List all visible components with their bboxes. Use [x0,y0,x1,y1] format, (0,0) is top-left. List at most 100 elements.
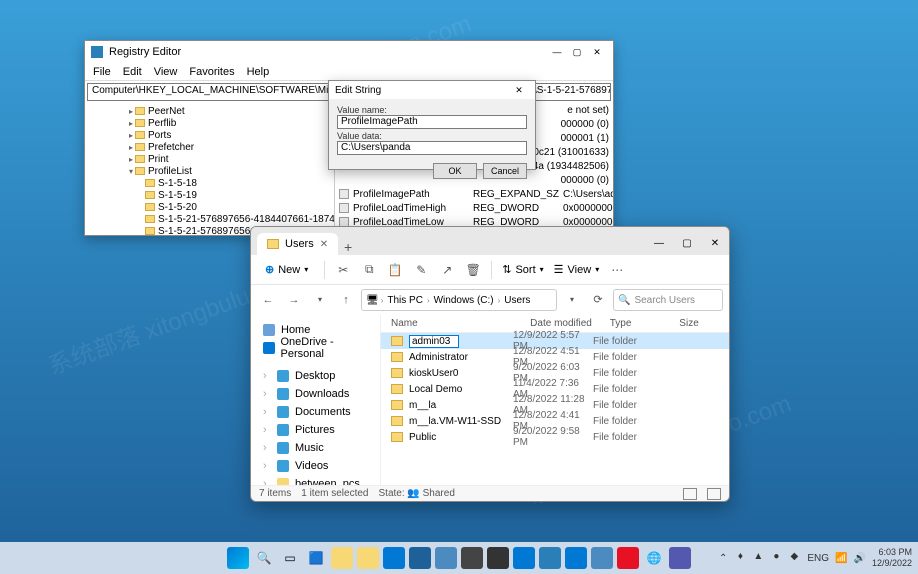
copy-icon[interactable]: ⧉ [361,262,377,278]
start-button[interactable] [227,547,249,569]
explorer-taskbar-icon[interactable] [331,547,353,569]
maximize-button[interactable]: ▢ [567,44,587,60]
new-tab-button[interactable]: + [338,239,358,255]
tray-icon[interactable]: ▲ [751,551,765,565]
tree-key[interactable]: ▸Print [87,153,332,165]
tree-key[interactable]: S-1-5-19 [87,189,332,201]
sort-button[interactable]: ⇅ Sort ▾ [502,263,543,276]
menu-favorites[interactable]: Favorites [189,66,234,78]
file-row[interactable]: Public9/20/2022 9:58 PMFile folder [381,429,729,445]
app-taskbar-icon-2[interactable] [487,547,509,569]
tree-key[interactable]: S-1-5-18 [87,177,332,189]
addr-dropdown-button[interactable]: ▾ [561,289,583,311]
regedit-titlebar[interactable]: Registry Editor — ▢ ✕ [85,41,613,63]
sidebar-item[interactable]: ›Pictures [255,421,376,439]
value-data-field[interactable]: C:\Users\panda [337,141,527,155]
address-bar[interactable]: 🖥› This PC›Windows (C:)›Users [361,289,557,311]
thumbnails-view-toggle[interactable] [707,488,721,500]
expand-caret-icon[interactable]: ▸ [127,155,135,164]
app-taskbar-icon-4[interactable] [539,547,561,569]
details-view-toggle[interactable] [683,488,697,500]
forward-button[interactable]: → [283,289,305,311]
expand-caret-icon[interactable]: ▸ [127,143,135,152]
column-header[interactable]: Type [610,318,680,329]
expand-caret-icon[interactable]: ▸ [127,119,135,128]
tab-close-icon[interactable]: ✕ [320,239,328,250]
ok-button[interactable]: OK [433,163,477,179]
chrome-taskbar-icon[interactable]: 🌐 [643,547,665,569]
teams-taskbar-icon[interactable] [669,547,691,569]
app-taskbar-icon-6[interactable] [617,547,639,569]
tree-key[interactable]: S-1-5-21-576897656-4184407661-1874224501… [87,213,332,225]
terminal-taskbar-icon[interactable] [461,547,483,569]
taskbar-clock[interactable]: 6:03 PM 12/9/2022 [872,547,912,569]
wifi-icon[interactable]: 📶 [835,553,847,564]
more-icon[interactable]: ⋯ [609,262,625,278]
maximize-button[interactable]: ▢ [673,233,701,255]
breadcrumb-segment[interactable]: Windows (C:) [432,295,496,306]
minimize-button[interactable]: — [547,44,567,60]
editstr-titlebar[interactable]: Edit String ✕ [329,81,535,99]
column-header[interactable]: Date modified [530,318,610,329]
tree-key[interactable]: ▸Prefetcher [87,141,332,153]
expand-caret-icon[interactable]: ▸ [127,107,135,116]
file-list[interactable]: admin0312/9/2022 5:57 PMFile folderAdmin… [381,333,729,445]
tree-key[interactable]: ▾ProfileList [87,165,332,177]
app-taskbar-icon[interactable] [435,547,457,569]
menu-view[interactable]: View [154,66,178,78]
sidebar-item[interactable]: ›between_pcs [255,475,376,485]
close-button[interactable]: ✕ [701,233,729,255]
sidebar-item[interactable]: ›Downloads [255,385,376,403]
expand-caret-icon[interactable]: ▾ [127,167,135,176]
explorer-sidebar[interactable]: HomeOneDrive - Personal›Desktop›Download… [251,315,381,485]
share-icon[interactable]: ↗ [439,262,455,278]
minimize-button[interactable]: — [645,233,673,255]
menu-help[interactable]: Help [247,66,270,78]
store-taskbar-icon[interactable] [409,547,431,569]
sidebar-item[interactable]: ›Documents [255,403,376,421]
view-button[interactable]: ☰ View ▾ [554,263,600,276]
edge-taskbar-icon[interactable] [383,547,405,569]
new-button[interactable]: ⊕New ▾ [259,260,314,279]
cut-icon[interactable]: ✂ [335,262,351,278]
language-indicator[interactable]: ENG [807,553,829,564]
regedit-key-tree[interactable]: ▸PeerNet▸Perflib▸Ports▸Prefetcher▸Print▾… [85,103,335,235]
explorer-tab-users[interactable]: Users ✕ [257,233,338,255]
sidebar-item[interactable]: OneDrive - Personal [255,339,376,357]
cancel-button[interactable]: Cancel [483,163,527,179]
sidebar-item[interactable]: ›Music [255,439,376,457]
tray-icon[interactable]: ● [769,551,783,565]
sidebar-item[interactable]: ›Desktop [255,367,376,385]
column-header[interactable]: Size [679,318,729,329]
word-taskbar-icon[interactable] [565,547,587,569]
widgets-icon[interactable]: 🟦 [305,547,327,569]
expand-caret-icon[interactable]: ▸ [127,131,135,140]
breadcrumb-segment[interactable]: This PC [385,295,425,306]
delete-icon[interactable]: 🗑 [465,262,481,278]
app-taskbar-icon-5[interactable] [591,547,613,569]
value-row[interactable]: ProfileImagePathREG_EXPAND_SZC:\Users\ad… [335,187,613,201]
rename-input[interactable]: admin03 [409,335,459,348]
menu-file[interactable]: File [93,66,111,78]
tree-key[interactable]: ▸PeerNet [87,105,332,117]
column-header[interactable]: Name [391,318,530,329]
sidebar-item[interactable]: ›Videos [255,457,376,475]
rename-icon[interactable]: ✎ [413,262,429,278]
value-row[interactable]: ProfileLoadTimeHighREG_DWORD0x00000000 (… [335,201,613,215]
close-button[interactable]: ✕ [587,44,607,60]
tray-icon[interactable]: ♦ [733,551,747,565]
close-button[interactable]: ✕ [509,82,529,98]
task-view-icon[interactable]: ▭ [279,547,301,569]
history-button[interactable]: ▾ [309,289,331,311]
search-icon[interactable]: 🔍 [253,547,275,569]
explorer-taskbar-icon-2[interactable] [357,547,379,569]
refresh-button[interactable]: ⟳ [587,289,609,311]
up-button[interactable]: ↑ [335,289,357,311]
chevron-up-icon[interactable]: ⌃ [719,553,727,564]
value-name-field[interactable]: ProfileImagePath [337,115,527,129]
tree-key[interactable]: S-1-5-20 [87,201,332,213]
app-taskbar-icon-3[interactable] [513,547,535,569]
tree-key[interactable]: ▸Perflib [87,117,332,129]
breadcrumb-segment[interactable]: Users [502,295,532,306]
menu-edit[interactable]: Edit [123,66,142,78]
